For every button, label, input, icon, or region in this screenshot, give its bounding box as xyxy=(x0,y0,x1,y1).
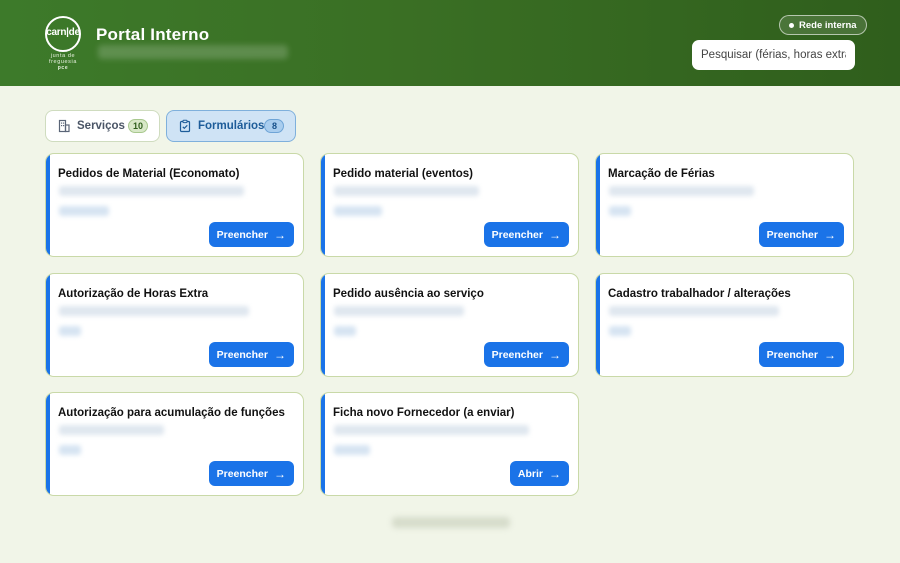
card-title: Pedido material (eventos) xyxy=(333,168,473,180)
fill-button[interactable]: Preencher → xyxy=(483,342,569,367)
card-description-redacted xyxy=(59,425,164,435)
footer-redacted xyxy=(392,517,510,528)
button-label: Preencher xyxy=(491,348,543,361)
card-description-redacted xyxy=(334,425,529,435)
card-tag-redacted xyxy=(59,445,81,455)
logo[interactable]: carn|de junta de freguesia pce xyxy=(42,14,84,72)
card-description-redacted xyxy=(334,306,464,316)
button-label: Preencher xyxy=(216,348,268,361)
card-title: Marcação de Férias xyxy=(608,168,715,180)
tab-forms[interactable]: Formulários 8 xyxy=(166,110,296,142)
arrow-right-icon: → xyxy=(549,227,561,242)
tab-label: Serviços xyxy=(77,120,125,132)
button-label: Preencher xyxy=(216,467,268,480)
count-badge: 10 xyxy=(127,119,148,133)
open-button[interactable]: Abrir → xyxy=(509,461,569,486)
arrow-right-icon: → xyxy=(824,347,836,362)
card-tag-redacted xyxy=(334,445,370,455)
fill-button[interactable]: Preencher → xyxy=(758,222,844,247)
card-description-redacted xyxy=(59,306,249,316)
button-label: Preencher xyxy=(766,348,818,361)
button-label: Preencher xyxy=(491,228,543,241)
logo-subtext: pce xyxy=(57,65,69,71)
card-tag-redacted xyxy=(609,326,631,336)
arrow-right-icon: → xyxy=(549,466,561,481)
search-input[interactable] xyxy=(692,40,855,70)
card-description-redacted xyxy=(334,186,479,196)
arrow-right-icon: → xyxy=(549,347,561,362)
network-status-badge: Rede interna xyxy=(779,15,867,35)
button-label: Abrir xyxy=(517,467,543,480)
network-status-label: Rede interna xyxy=(799,19,857,31)
fill-button[interactable]: Preencher → xyxy=(208,342,294,367)
form-card: Marcação de Férias Preencher → xyxy=(595,153,854,257)
arrow-right-icon: → xyxy=(274,227,286,242)
fill-button[interactable]: Preencher → xyxy=(208,461,294,486)
header-bar: carn|de junta de freguesia pce Portal In… xyxy=(0,0,900,86)
card-tag-redacted xyxy=(334,206,382,216)
card-description-redacted xyxy=(609,306,779,316)
fill-button[interactable]: Preencher → xyxy=(483,222,569,247)
button-label: Preencher xyxy=(766,228,818,241)
subtitle-redacted xyxy=(98,45,288,59)
form-card: Ficha novo Fornecedor (a enviar) Abrir → xyxy=(320,392,579,496)
building-icon xyxy=(57,119,71,133)
page-title: Portal Interno xyxy=(96,25,210,44)
logo-mark: carn|de xyxy=(46,27,80,38)
arrow-right-icon: → xyxy=(824,227,836,242)
arrow-right-icon: → xyxy=(274,466,286,481)
card-title: Autorização de Horas Extra xyxy=(58,288,209,300)
form-card: Cadastro trabalhador / alterações Preenc… xyxy=(595,273,854,377)
arrow-right-icon: → xyxy=(274,347,286,362)
card-tag-redacted xyxy=(609,206,631,216)
card-title: Pedido ausência ao serviço xyxy=(333,288,484,300)
card-title: Pedidos de Material (Economato) xyxy=(58,168,240,180)
tab-label: Formulários xyxy=(198,120,265,132)
count-badge: 8 xyxy=(264,119,285,133)
form-card: Pedido material (eventos) Preencher → xyxy=(320,153,579,257)
form-card: Autorização para acumulação de funções P… xyxy=(45,392,304,496)
fill-button[interactable]: Preencher → xyxy=(758,342,844,367)
card-title: Autorização para acumulação de funções xyxy=(58,407,285,419)
fill-button[interactable]: Preencher → xyxy=(208,222,294,247)
card-description-redacted xyxy=(609,186,754,196)
clipboard-icon xyxy=(178,119,192,133)
card-title: Cadastro trabalhador / alterações xyxy=(608,288,791,300)
form-card: Pedidos de Material (Economato) Preenche… xyxy=(45,153,304,257)
status-dot-icon xyxy=(789,22,794,28)
card-tag-redacted xyxy=(334,326,356,336)
button-label: Preencher xyxy=(216,228,268,241)
card-title: Ficha novo Fornecedor (a enviar) xyxy=(333,407,515,419)
tab-services[interactable]: Serviços 10 xyxy=(45,110,160,142)
card-tag-redacted xyxy=(59,206,109,216)
form-card: Autorização de Horas Extra Preencher → xyxy=(45,273,304,377)
card-description-redacted xyxy=(59,186,244,196)
card-tag-redacted xyxy=(59,326,81,336)
form-card: Pedido ausência ao serviço Preencher → xyxy=(320,273,579,377)
